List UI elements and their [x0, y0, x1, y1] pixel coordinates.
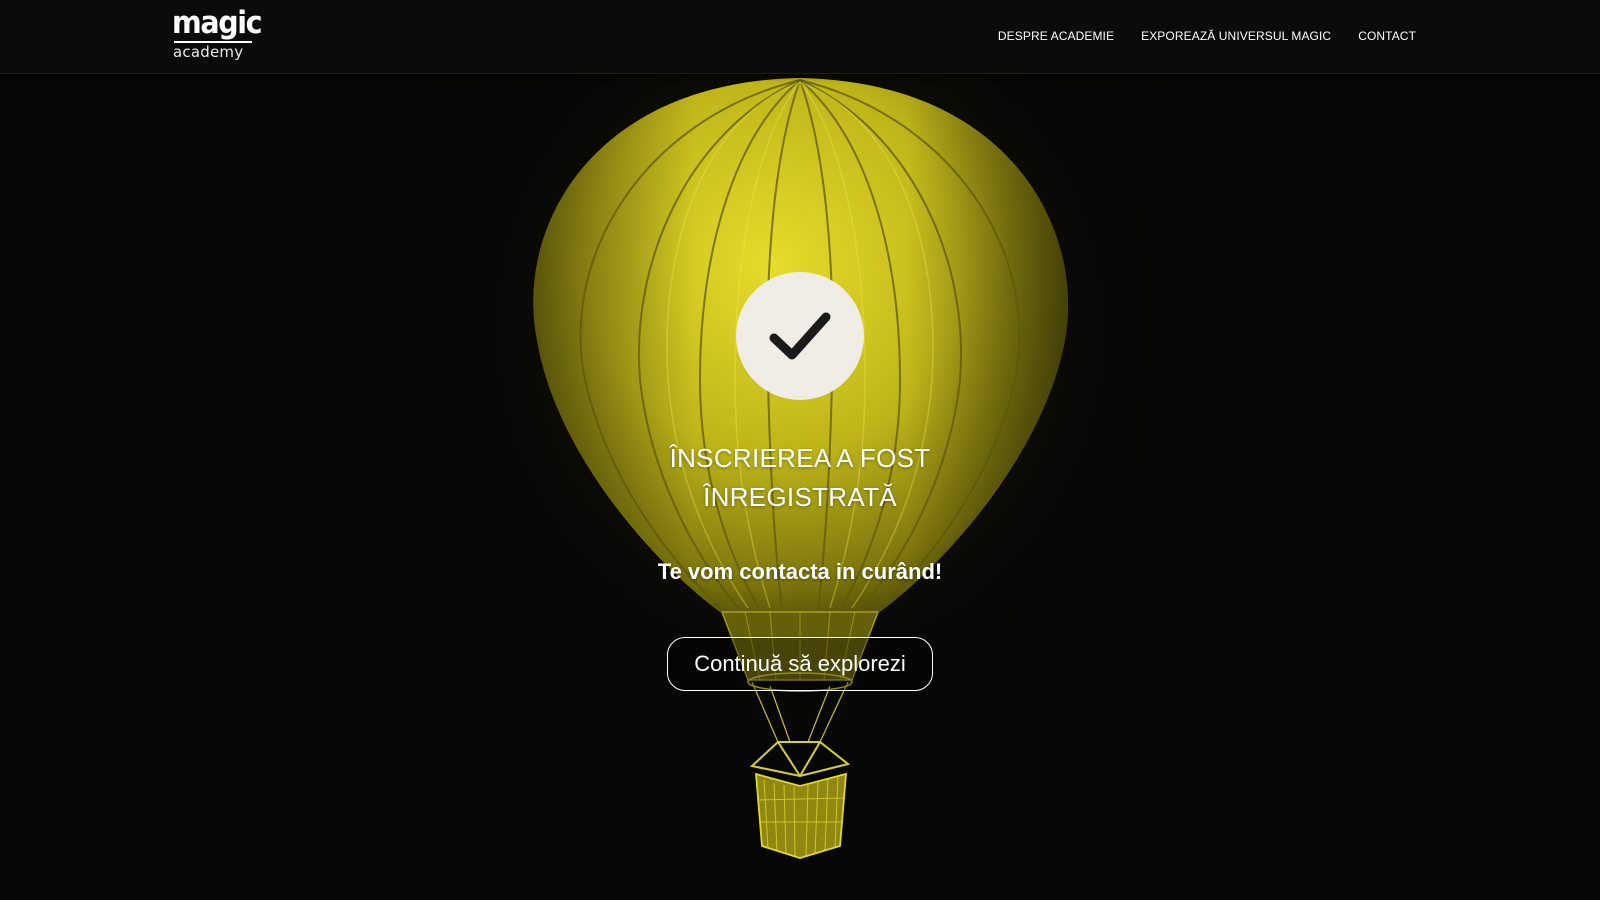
success-page: magic academy DESPRE ACADEMIE EXPOREAZĂ …	[0, 0, 1600, 900]
confirmation-subtitle: Te vom contacta in curând!	[657, 559, 943, 584]
confirmation-title: ÎNSCRIEREA A FOST ÎNREGISTRATĂ	[600, 439, 1000, 517]
checkmark-icon	[769, 312, 831, 360]
main-nav: DESPRE ACADEMIE EXPOREAZĂ UNIVERSUL MAGI…	[998, 29, 1416, 43]
nav-link-despre-academie[interactable]: DESPRE ACADEMIE	[998, 29, 1114, 43]
nav-link-contact[interactable]: CONTACT	[1358, 29, 1416, 43]
logo-wordmark-academy: academy	[173, 43, 244, 61]
logo-wordmark-magic: magic	[172, 5, 263, 41]
success-badge	[736, 272, 864, 400]
confirmation-title-line2: ÎNREGISTRATĂ	[703, 482, 897, 512]
confirmation-content: ÎNSCRIEREA A FOST ÎNREGISTRATĂ Te vom co…	[0, 0, 1600, 900]
confirmation-title-line1: ÎNSCRIEREA A FOST	[669, 443, 931, 473]
magic-academy-logo[interactable]: magic academy	[172, 5, 263, 61]
site-header: magic academy DESPRE ACADEMIE EXPOREAZĂ …	[0, 0, 1600, 74]
nav-link-exploreaza-universul-magic[interactable]: EXPOREAZĂ UNIVERSUL MAGIC	[1141, 29, 1331, 43]
continue-exploring-button[interactable]: Continuă să explorezi	[667, 637, 933, 691]
